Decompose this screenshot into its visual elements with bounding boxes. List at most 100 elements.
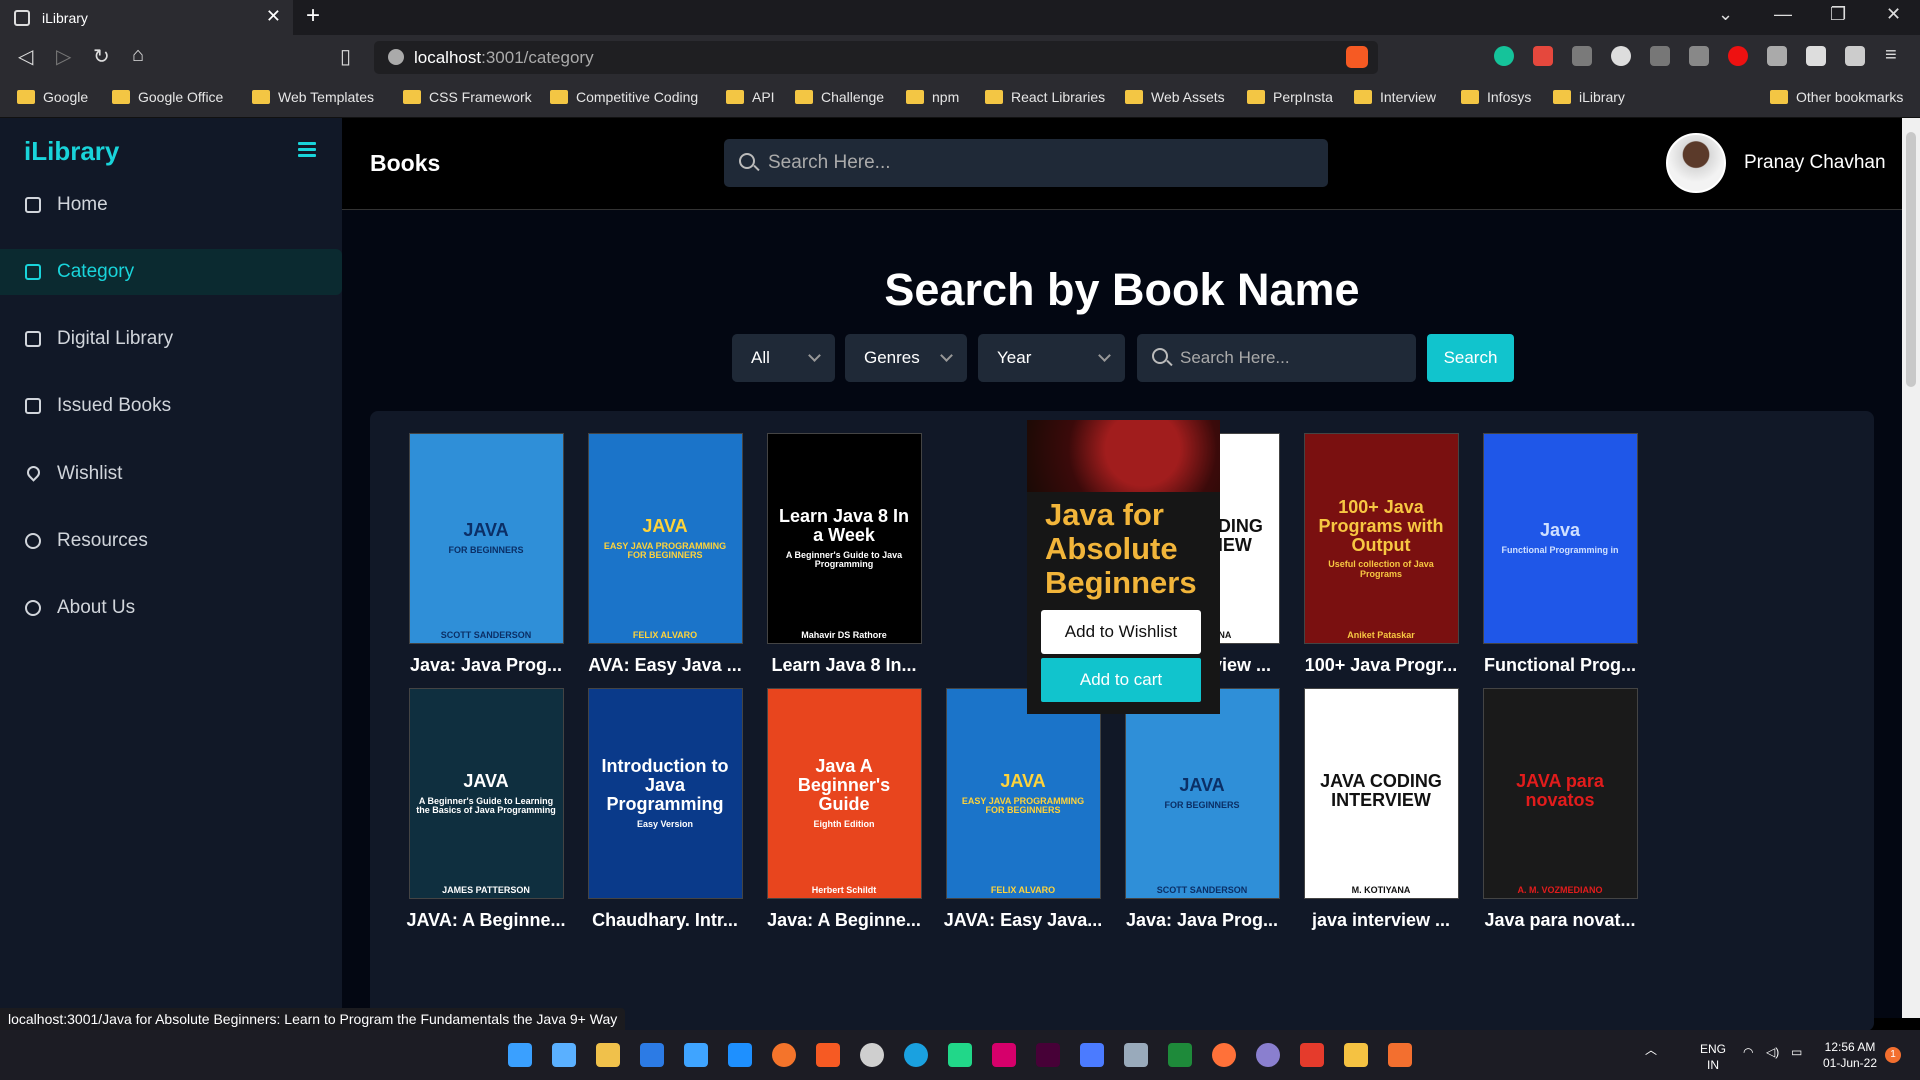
minimize-icon[interactable]: — bbox=[1774, 4, 1792, 25]
bookmark-icon[interactable]: ▯ bbox=[340, 44, 351, 69]
bookmark-google-office[interactable]: Google Office bbox=[112, 89, 223, 105]
book-title[interactable]: java interview ... bbox=[1281, 910, 1481, 931]
bookmark-react-libraries[interactable]: React Libraries bbox=[985, 89, 1105, 105]
book-cover[interactable]: JAVA para novatos A. M. VOZMEDIANO bbox=[1482, 688, 1638, 899]
brave-shield-icon[interactable] bbox=[1346, 46, 1368, 68]
volume-icon[interactable]: ◁) bbox=[1766, 1045, 1779, 1061]
extension-copy-icon[interactable] bbox=[1767, 46, 1787, 66]
tab-search-chevron-icon[interactable]: ⌄ bbox=[1718, 4, 1733, 25]
puzzle-icon[interactable] bbox=[1806, 46, 1826, 66]
extension-hand-icon[interactable] bbox=[1728, 46, 1748, 66]
sidebar-item-home[interactable]: Home bbox=[0, 182, 342, 228]
book-title[interactable]: Functional Prog... bbox=[1460, 655, 1660, 676]
site-info-icon[interactable] bbox=[388, 49, 404, 65]
bookmark-api[interactable]: API bbox=[726, 89, 775, 105]
bookmark-other[interactable]: Other bookmarks bbox=[1770, 89, 1903, 105]
wps-icon[interactable] bbox=[1300, 1043, 1324, 1067]
book-cover[interactable]: 100+ Java Programs with Output Useful col… bbox=[1303, 433, 1459, 644]
book-cover[interactable]: JAVA FOR BEGINNERS SCOTT SANDERSON bbox=[1124, 688, 1280, 899]
home-browser-icon[interactable]: ⌂ bbox=[132, 44, 144, 67]
eclipse-icon[interactable] bbox=[1256, 1043, 1280, 1067]
tray-chevron-icon[interactable]: ︿ bbox=[1645, 1043, 1657, 1059]
mail-icon[interactable] bbox=[640, 1043, 664, 1067]
header-search-input[interactable]: Search Here... bbox=[724, 139, 1328, 187]
sidebar-item-issued-books[interactable]: Issued Books bbox=[0, 383, 342, 429]
book-card[interactable]: 100+ Java Programs with Output Useful col… bbox=[1281, 433, 1481, 676]
close-window-icon[interactable]: ✕ bbox=[1886, 4, 1901, 25]
language-indicator[interactable]: ENG IN bbox=[1700, 1042, 1726, 1073]
virtualbox-icon[interactable] bbox=[1124, 1043, 1148, 1067]
windows-start-icon[interactable] bbox=[508, 1043, 532, 1067]
book-cover[interactable]: Java A Beginner's Guide Eighth Edition Her… bbox=[766, 688, 922, 899]
extension-circle-icon[interactable] bbox=[1611, 46, 1631, 66]
book-card[interactable]: JAVA FOR BEGINNERS SCOTT SANDERSON Java: Ja… bbox=[1102, 688, 1302, 931]
add-to-cart-button[interactable]: Add to cart bbox=[1041, 658, 1201, 702]
scrollbar-thumb[interactable] bbox=[1906, 132, 1916, 387]
book-title[interactable]: JAVA: A Beginne... bbox=[386, 910, 586, 931]
menu-icon[interactable]: ≡ bbox=[1885, 44, 1897, 67]
sublime-icon[interactable] bbox=[772, 1043, 796, 1067]
book-title[interactable]: Chaudhary. Intr... bbox=[565, 910, 765, 931]
book-cover[interactable]: Learn Java 8 In a Week A Beginner's Guide… bbox=[766, 433, 922, 644]
extension-red-icon[interactable] bbox=[1533, 46, 1553, 66]
sidebar-item-digital-library[interactable]: Digital Library bbox=[0, 316, 342, 362]
book-title[interactable]: 100+ Java Progr... bbox=[1281, 655, 1481, 676]
sidebar-item-about-us[interactable]: About Us bbox=[0, 585, 342, 631]
book-title[interactable]: Java: Java Prog... bbox=[386, 655, 586, 676]
sidebar-item-resources[interactable]: Resources bbox=[0, 518, 342, 564]
close-tab-icon[interactable]: ✕ bbox=[266, 6, 281, 27]
intellij-icon[interactable] bbox=[992, 1043, 1016, 1067]
bookmark-css-framework[interactable]: CSS Framework bbox=[403, 89, 532, 105]
browser-tab[interactable]: iLibrary ✕ bbox=[0, 0, 293, 35]
pycharm-icon[interactable] bbox=[948, 1043, 972, 1067]
book-cover[interactable]: JAVA A Beginner's Guide to Learning the B… bbox=[408, 688, 564, 899]
store-icon[interactable] bbox=[596, 1043, 620, 1067]
sidebar-item-wishlist[interactable]: Wishlist bbox=[0, 451, 342, 497]
excel-icon[interactable] bbox=[1168, 1043, 1192, 1067]
add-to-wishlist-button[interactable]: Add to Wishlist bbox=[1041, 610, 1201, 654]
reload-icon[interactable]: ↻ bbox=[93, 44, 110, 69]
book-card[interactable]: Introduction to Java Programming Easy Ver… bbox=[565, 688, 765, 931]
book-card[interactable]: JAVA FOR BEGINNERS SCOTT SANDERSON Java: Ja… bbox=[386, 433, 586, 676]
extension-a-icon[interactable] bbox=[1650, 46, 1670, 66]
book-card[interactable]: JAVA A Beginner's Guide to Learning the B… bbox=[386, 688, 586, 931]
firefox-icon[interactable] bbox=[1212, 1043, 1236, 1067]
book-search-input[interactable]: Search Here... bbox=[1137, 334, 1416, 382]
bookmark-google[interactable]: Google bbox=[17, 89, 88, 105]
book-cover[interactable]: JAVA FOR BEGINNERS SCOTT SANDERSON bbox=[408, 433, 564, 644]
xampp-icon[interactable] bbox=[1388, 1043, 1412, 1067]
shield-extension-icon[interactable] bbox=[1572, 46, 1592, 66]
book-title[interactable]: Learn Java 8 In... bbox=[744, 655, 944, 676]
sidebar-item-category[interactable]: Category bbox=[0, 249, 342, 295]
adobe-xd-icon[interactable] bbox=[1036, 1043, 1060, 1067]
brave-taskbar-icon[interactable] bbox=[816, 1043, 840, 1067]
book-title[interactable]: Java: Java Prog... bbox=[1102, 910, 1302, 931]
book-title[interactable]: JAVA: Easy Java... bbox=[923, 910, 1123, 931]
book-card[interactable]: JAVA CODING INTERVIEW M. KOTIYANA java int… bbox=[1281, 688, 1481, 931]
notification-badge[interactable]: 1 bbox=[1885, 1047, 1901, 1063]
address-bar[interactable]: localhost:3001/category bbox=[374, 41, 1378, 74]
bookmark-infosys[interactable]: Infosys bbox=[1461, 89, 1531, 105]
filter-year-select[interactable]: Year bbox=[978, 334, 1125, 382]
back-icon[interactable]: ◁ bbox=[18, 44, 33, 69]
bookmark-npm[interactable]: npm bbox=[906, 89, 959, 105]
bookmark-web-assets[interactable]: Web Assets bbox=[1125, 89, 1225, 105]
book-title[interactable]: AVA: Easy Java ... bbox=[565, 655, 765, 676]
bookmark-ilibrary[interactable]: iLibrary bbox=[1553, 89, 1625, 105]
bookmark-interview[interactable]: Interview bbox=[1354, 89, 1436, 105]
book-title[interactable]: Java para novat... bbox=[1460, 910, 1660, 931]
wallet-icon[interactable] bbox=[1845, 46, 1865, 66]
task-view-icon[interactable] bbox=[552, 1043, 576, 1067]
hamburger-icon[interactable] bbox=[298, 142, 316, 160]
filter-all-select[interactable]: All bbox=[732, 334, 835, 382]
page-scrollbar[interactable] bbox=[1902, 118, 1920, 1018]
clion-icon[interactable] bbox=[1080, 1043, 1104, 1067]
book-card[interactable]: JAVA EASY JAVA PROGRAMMING FOR BEGINNERS F… bbox=[923, 688, 1123, 931]
bookmark-challenge[interactable]: Challenge bbox=[795, 89, 884, 105]
hovered-book-card[interactable]: Java for Absolute Beginners Add to Wishli… bbox=[1027, 420, 1220, 714]
avatar[interactable] bbox=[1666, 133, 1726, 193]
vscode-icon[interactable] bbox=[728, 1043, 752, 1067]
search-button[interactable]: Search bbox=[1427, 334, 1514, 382]
remote-desktop-icon[interactable] bbox=[684, 1043, 708, 1067]
book-title[interactable]: Java: A Beginne... bbox=[744, 910, 944, 931]
